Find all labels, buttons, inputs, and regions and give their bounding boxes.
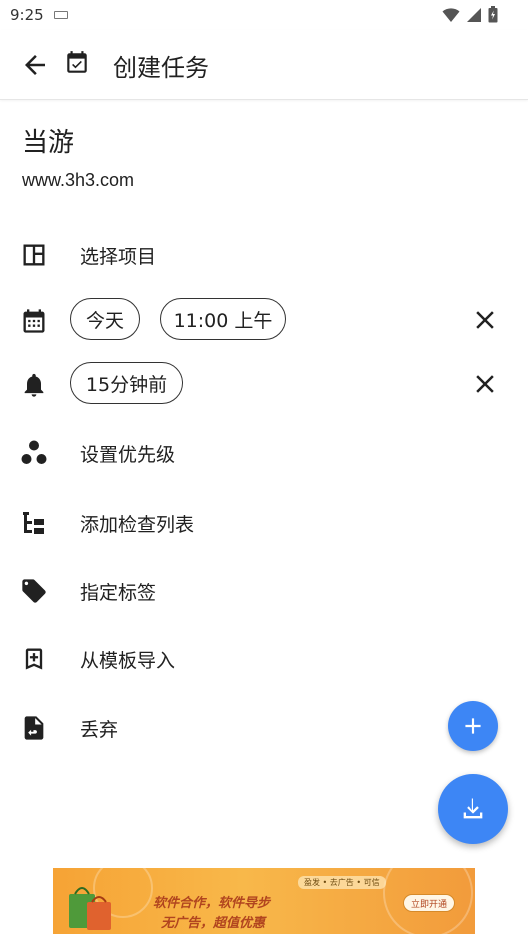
task-description-field[interactable]: www.3h3.com	[22, 170, 134, 191]
bell-icon	[20, 371, 48, 399]
arrow-back-icon	[25, 55, 45, 75]
page-title: 创建任务	[113, 54, 209, 82]
save-fab-button[interactable]	[438, 774, 508, 844]
add-fab-button[interactable]	[448, 701, 498, 751]
file-undo-icon	[20, 714, 48, 742]
status-bar: 9:25	[0, 0, 528, 30]
ad-headline: 软件合作，软件导步	[153, 896, 271, 911]
add-checklist-label: 添加检查列表	[80, 514, 195, 536]
set-priority-row[interactable]: 设置优先级	[0, 427, 528, 477]
status-time: 9:25	[10, 6, 44, 24]
set-priority-label: 设置优先级	[80, 444, 176, 466]
checklist-icon	[20, 509, 48, 537]
task-title-field[interactable]: 当游	[22, 122, 74, 159]
time-chip[interactable]: 11:00 上午	[160, 298, 286, 340]
ad-top-text: 盈发 • 去广告 • 可信	[298, 876, 386, 889]
status-icons	[442, 6, 498, 23]
download-icon	[463, 798, 483, 819]
wifi-icon	[442, 7, 460, 22]
assign-tags-label: 指定标签	[80, 582, 157, 604]
ad-subheadline: 无广告，超值优惠	[161, 916, 266, 931]
battery-icon	[488, 6, 498, 23]
tag-icon	[20, 577, 48, 605]
due-date-row: 今天 11:00 上午	[0, 295, 528, 345]
date-chip[interactable]: 今天	[70, 298, 140, 340]
select-project-row[interactable]: 选择项目	[0, 229, 528, 279]
add-checklist-row[interactable]: 添加检查列表	[0, 497, 528, 547]
back-button[interactable]	[20, 50, 50, 80]
reminder-chip[interactable]: 15分钟前	[70, 362, 183, 404]
reminder-row: 15分钟前	[0, 359, 528, 409]
ad-banner[interactable]: 盈发 • 去广告 • 可信 软件合作，软件导步 无广告，超值优惠 立即开通	[53, 868, 475, 934]
signal-icon	[467, 7, 481, 22]
calendar-check-icon	[64, 50, 90, 76]
calendar-icon	[20, 307, 48, 335]
assign-tags-row[interactable]: 指定标签	[0, 565, 528, 615]
select-project-label: 选择项目	[80, 246, 157, 268]
shopping-bag-icon	[69, 887, 111, 930]
import-template-row[interactable]: 从模板导入	[0, 633, 528, 683]
priority-dots-icon	[20, 439, 48, 467]
app-bar: 创建任务	[0, 30, 528, 100]
import-template-label: 从模板导入	[80, 650, 176, 672]
add-icon	[465, 718, 481, 734]
dashboard-icon	[20, 241, 48, 269]
discard-label: 丢弃	[80, 719, 119, 741]
clear-date-button[interactable]	[470, 305, 500, 335]
close-icon	[476, 375, 494, 393]
bookmark-add-icon	[20, 645, 48, 673]
clear-reminder-button[interactable]	[470, 369, 500, 399]
keyboard-icon	[54, 11, 68, 19]
close-icon	[476, 311, 494, 329]
ad-open-button[interactable]: 立即开通	[403, 894, 455, 912]
